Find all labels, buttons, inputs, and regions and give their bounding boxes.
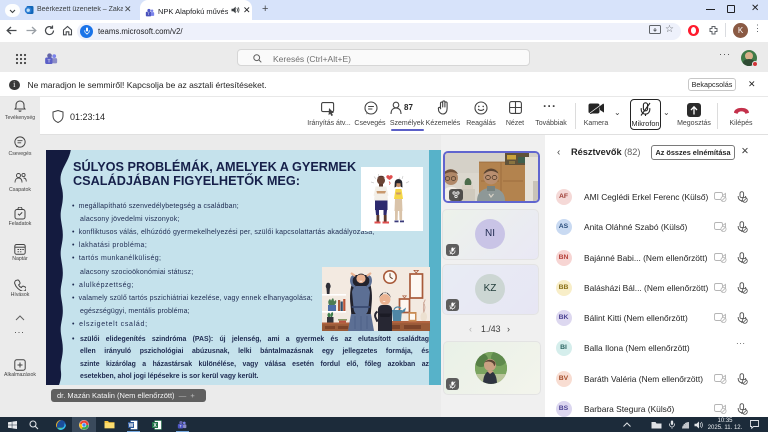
svg-text:W: W [129,422,134,428]
svg-text:T: T [148,12,150,16]
svg-text:T: T [47,59,50,65]
